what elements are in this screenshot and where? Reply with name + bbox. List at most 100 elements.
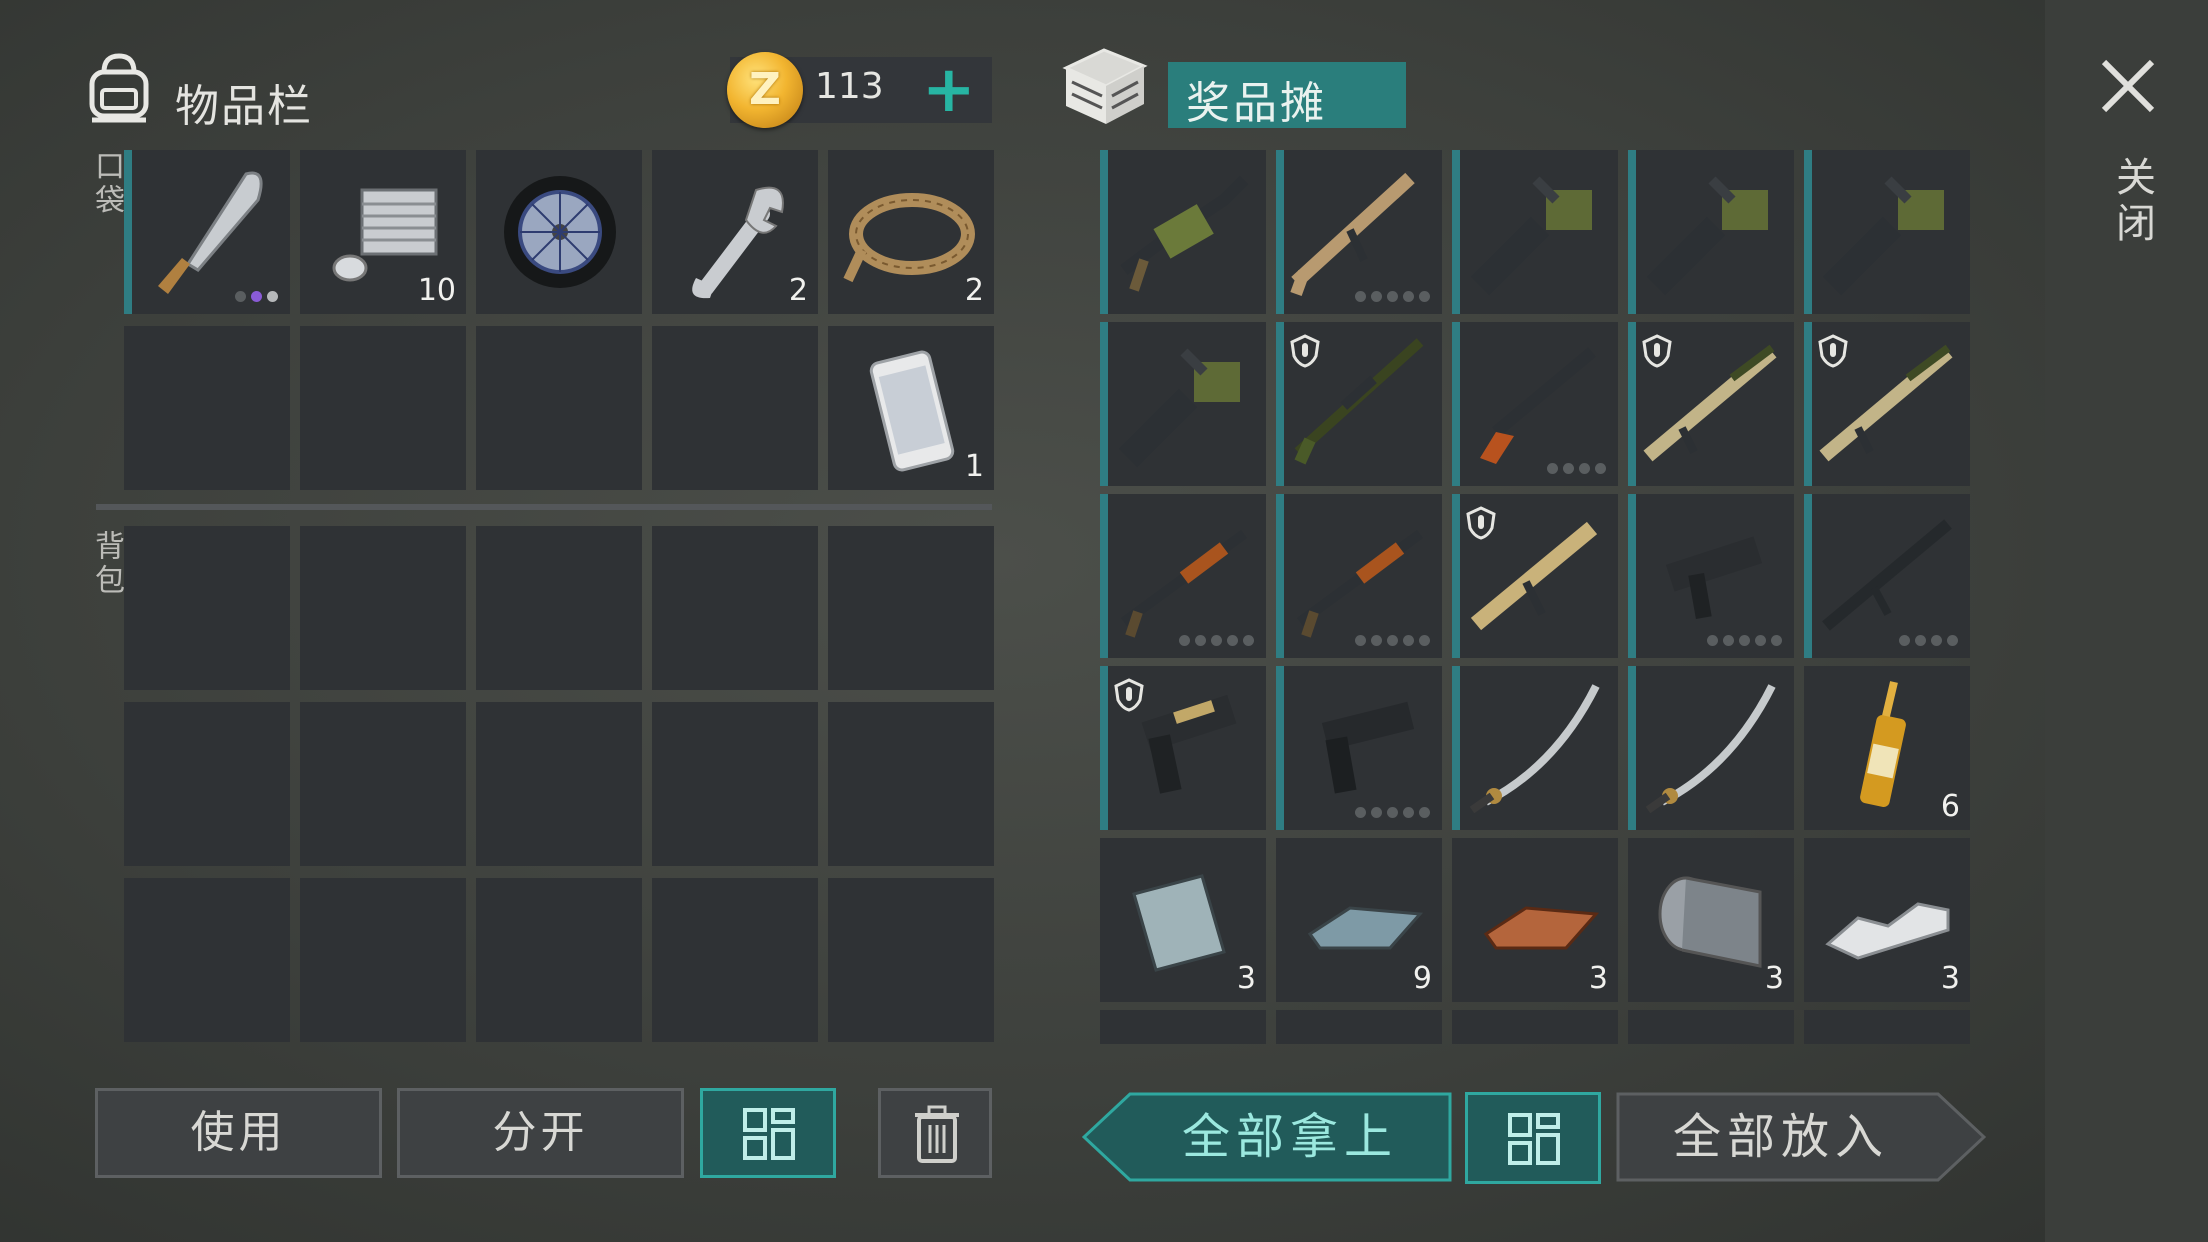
item-slot-sheet-metal-roll[interactable]: 3 bbox=[1628, 838, 1794, 1002]
durability-dot bbox=[1915, 635, 1926, 646]
pump-shotgun-icon bbox=[1297, 529, 1423, 638]
machete-icon bbox=[158, 171, 263, 294]
durability-dot bbox=[1403, 635, 1414, 646]
item-slot-copper-ingot[interactable]: 3 bbox=[1452, 838, 1618, 1002]
item-slot-wheel[interactable] bbox=[476, 150, 642, 314]
empty-slot[interactable] bbox=[828, 526, 994, 690]
durability-dot bbox=[1211, 635, 1222, 646]
empty-slot[interactable] bbox=[828, 878, 994, 1042]
item-slot-minigun[interactable] bbox=[1628, 150, 1794, 314]
durability-dot bbox=[1595, 463, 1606, 474]
durability-dot bbox=[1387, 807, 1398, 818]
item-count: 3 bbox=[1588, 961, 1608, 996]
empty-slot[interactable] bbox=[652, 526, 818, 690]
use-button[interactable]: 使用 bbox=[95, 1088, 382, 1178]
partial-slot[interactable] bbox=[1628, 1010, 1794, 1044]
empty-slot[interactable] bbox=[652, 878, 818, 1042]
durability-dot bbox=[1227, 635, 1238, 646]
durability-dot bbox=[1371, 807, 1382, 818]
item-slot-aluminum-bar[interactable]: 3 bbox=[1804, 838, 1970, 1002]
durability-dot bbox=[251, 291, 262, 302]
grid-sort-icon bbox=[1508, 1113, 1560, 1165]
item-slot-minigun[interactable] bbox=[1452, 150, 1618, 314]
empty-slot[interactable] bbox=[476, 326, 642, 490]
item-slot-sniper-rifle[interactable] bbox=[1276, 322, 1442, 486]
empty-slot[interactable] bbox=[300, 326, 466, 490]
durability-dots bbox=[235, 291, 278, 302]
item-slot-shotgun-camo[interactable] bbox=[1628, 322, 1794, 486]
item-slot-machete[interactable] bbox=[124, 150, 290, 314]
item-slot-scar-rifle[interactable] bbox=[1276, 150, 1442, 314]
item-slot-m16-rifle[interactable] bbox=[1804, 494, 1970, 658]
item-slot-desert-eagle[interactable] bbox=[1100, 666, 1266, 830]
empty-slot[interactable] bbox=[652, 702, 818, 866]
delete-button[interactable] bbox=[878, 1088, 992, 1178]
backpack-icon bbox=[89, 53, 149, 123]
item-count: 10 bbox=[417, 273, 456, 308]
empty-slot[interactable] bbox=[124, 702, 290, 866]
item-slot-minigun[interactable] bbox=[1804, 150, 1970, 314]
durability-dot bbox=[1243, 635, 1254, 646]
empty-slot[interactable] bbox=[300, 526, 466, 690]
item-count: 3 bbox=[1940, 961, 1960, 996]
metal-plate-icon bbox=[1132, 874, 1226, 972]
item-slot-uzi[interactable] bbox=[1628, 494, 1794, 658]
aluminum-bar-icon bbox=[1825, 902, 1950, 960]
item-slot-pump-shotgun[interactable] bbox=[1276, 494, 1442, 658]
durability-dot bbox=[1563, 463, 1574, 474]
close-icon[interactable] bbox=[2098, 56, 2158, 116]
item-slot-grenade-launcher[interactable] bbox=[1100, 150, 1266, 314]
item-slot-wrench[interactable]: 2 bbox=[652, 150, 818, 314]
durability-dot bbox=[1387, 291, 1398, 302]
empty-slot[interactable] bbox=[476, 702, 642, 866]
close-label[interactable]: 关闭 bbox=[2103, 156, 2161, 248]
empty-slot[interactable] bbox=[300, 878, 466, 1042]
add-coins-button[interactable]: + bbox=[922, 55, 976, 125]
take-all-button[interactable]: 全部拿上 bbox=[1140, 1094, 1440, 1180]
item-slot-assault-rifle-camo[interactable] bbox=[1452, 494, 1618, 658]
steel-ingot-icon bbox=[1307, 906, 1424, 950]
durability-dot bbox=[1547, 463, 1558, 474]
item-slot-mauser-pistol[interactable] bbox=[1452, 322, 1618, 486]
item-slot-ampoule[interactable]: 6 bbox=[1804, 666, 1970, 830]
empty-slot[interactable] bbox=[476, 526, 642, 690]
sort-loot-button[interactable] bbox=[1465, 1092, 1601, 1184]
shield-icon bbox=[1818, 334, 1848, 368]
grid-sort-icon bbox=[743, 1108, 795, 1160]
sort-inventory-button[interactable] bbox=[700, 1088, 836, 1178]
durability-dot bbox=[1195, 635, 1206, 646]
item-slot-pump-shotgun[interactable] bbox=[1100, 494, 1266, 658]
partial-slot[interactable] bbox=[1100, 1010, 1266, 1044]
empty-slot[interactable] bbox=[124, 878, 290, 1042]
durability-dot bbox=[1723, 635, 1734, 646]
durability-dot bbox=[1931, 635, 1942, 646]
empty-slot[interactable] bbox=[476, 878, 642, 1042]
item-slot-metal-plate[interactable]: 3 bbox=[1100, 838, 1266, 1002]
item-slot-katana[interactable] bbox=[1452, 666, 1618, 830]
item-slot-glock-pistol[interactable] bbox=[1276, 666, 1442, 830]
item-slot-steel-ingot[interactable]: 9 bbox=[1276, 838, 1442, 1002]
partial-slot[interactable] bbox=[1276, 1010, 1442, 1044]
empty-slot[interactable] bbox=[124, 526, 290, 690]
item-slot-minigun[interactable] bbox=[1100, 322, 1266, 486]
partial-slot[interactable] bbox=[1804, 1010, 1970, 1044]
empty-slot[interactable] bbox=[828, 702, 994, 866]
minigun-icon bbox=[1822, 176, 1944, 296]
put-all-button[interactable]: 全部放入 bbox=[1626, 1094, 1936, 1180]
empty-slot[interactable] bbox=[652, 326, 818, 490]
empty-slot[interactable] bbox=[124, 326, 290, 490]
item-slot-rope[interactable]: 2 bbox=[828, 150, 994, 314]
durability-dot bbox=[1355, 291, 1366, 302]
partial-slot[interactable] bbox=[1452, 1010, 1618, 1044]
item-slot-katana[interactable] bbox=[1628, 666, 1794, 830]
item-slot-shotgun-camo[interactable] bbox=[1804, 322, 1970, 486]
coin-balance: 113 bbox=[815, 66, 884, 107]
item-count: 3 bbox=[1236, 961, 1256, 996]
empty-slot[interactable] bbox=[300, 702, 466, 866]
durability-dot bbox=[1739, 635, 1750, 646]
item-slot-engine-cylinder[interactable]: 10 bbox=[300, 150, 466, 314]
minigun-icon bbox=[1470, 176, 1592, 296]
shield-icon bbox=[1466, 506, 1496, 540]
item-slot-smartphone[interactable]: 1 bbox=[828, 326, 994, 490]
split-button[interactable]: 分开 bbox=[397, 1088, 684, 1178]
